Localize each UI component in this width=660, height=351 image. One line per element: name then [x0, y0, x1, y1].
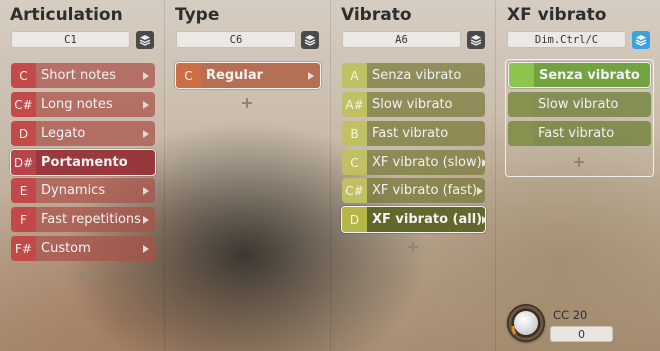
add-xf-vibrato-button[interactable]	[573, 156, 585, 168]
vibrato-column: Vibrato A6 A Senza vibrato A# Slow vibra…	[331, 0, 495, 351]
articulation-title: Articulation	[10, 5, 123, 25]
item-label: Legato	[41, 126, 86, 141]
articulation-item-legato[interactable]: D Legato	[11, 121, 155, 146]
item-label: Fast vibrato	[372, 126, 449, 141]
key-label: E	[11, 178, 36, 203]
item-label: Custom	[41, 241, 91, 256]
layers-icon	[139, 35, 151, 46]
item-label: XF vibrato (slow)	[372, 155, 482, 170]
key-label: A	[342, 63, 367, 88]
xf-vibrato-layers-button[interactable]	[632, 31, 650, 49]
key-label: B	[342, 121, 367, 146]
item-label: Short notes	[41, 68, 117, 83]
vibrato-item-xf-vibrato-fast[interactable]: C# XF vibrato (fast)	[342, 178, 485, 203]
item-label: Regular	[206, 68, 264, 83]
xf-vibrato-title: XF vibrato	[507, 5, 607, 25]
key-label: C	[176, 63, 201, 88]
xf-vibrato-key-field[interactable]: Dim.Ctrl/C	[507, 31, 626, 48]
vibrato-item-senza-vibrato[interactable]: A Senza vibrato	[342, 63, 485, 88]
add-vibrato-button[interactable]	[407, 241, 419, 253]
cc-label: CC 20	[553, 308, 588, 322]
plus-icon	[408, 242, 418, 252]
articulation-key-field[interactable]: C1	[11, 31, 130, 48]
item-label: Senza vibrato	[372, 68, 462, 83]
vibrato-item-fast-vibrato[interactable]: B Fast vibrato	[342, 121, 485, 146]
item-label: Fast repetitions	[41, 212, 141, 227]
item-label: Senza vibrato	[539, 67, 640, 83]
vibrato-layers-button[interactable]	[467, 31, 485, 49]
key-label: F#	[11, 236, 36, 261]
xf-vibrato-item-slow-vibrato[interactable]: Slow vibrato	[508, 92, 651, 117]
articulation-item-portamento[interactable]: D# Portamento	[10, 149, 156, 176]
articulation-item-short-notes[interactable]: C Short notes	[11, 63, 155, 88]
chevron-right-icon	[477, 186, 484, 195]
key-label: C#	[11, 92, 36, 117]
key-label	[508, 121, 533, 146]
add-type-button[interactable]	[241, 97, 253, 109]
key-label: D	[11, 121, 36, 146]
knob-cap	[514, 311, 538, 335]
item-label: Dynamics	[41, 183, 106, 198]
vibrato-item-xf-vibrato-all[interactable]: D XF vibrato (all)	[341, 206, 486, 233]
item-label: Portamento	[41, 155, 128, 170]
key-label: D	[342, 207, 367, 232]
chevron-right-icon	[141, 71, 151, 80]
item-label: Slow vibrato	[538, 97, 619, 112]
item-label: XF vibrato (all)	[372, 212, 483, 227]
key-label: C	[11, 63, 36, 88]
articulation-item-dynamics[interactable]: E Dynamics	[11, 178, 155, 203]
articulation-item-custom[interactable]: F# Custom	[11, 236, 155, 261]
plus-icon	[242, 98, 252, 108]
vibrato-title: Vibrato	[341, 5, 412, 25]
key-label: F	[11, 207, 36, 232]
vibrato-item-xf-vibrato-slow[interactable]: C XF vibrato (slow)	[342, 150, 485, 175]
vibrato-key-field[interactable]: A6	[342, 31, 461, 48]
type-column: Type C6 C Regular	[165, 0, 330, 351]
xf-vibrato-item-fast-vibrato[interactable]: Fast vibrato	[508, 121, 651, 146]
articulation-item-fast-repetitions[interactable]: F Fast repetitions	[11, 207, 155, 232]
type-item-regular[interactable]: C Regular	[175, 62, 321, 89]
articulation-column: Articulation C1 C Short notes C# Long no…	[0, 0, 164, 351]
cc-value-field[interactable]: 0	[550, 326, 613, 342]
chevron-right-icon	[141, 129, 151, 138]
layers-icon	[635, 35, 647, 46]
add-articulation-button[interactable]	[76, 271, 88, 283]
key-label: D#	[11, 150, 36, 175]
plus-icon	[77, 272, 87, 282]
vibrato-item-slow-vibrato[interactable]: A# Slow vibrato	[342, 92, 485, 117]
type-layers-button[interactable]	[301, 31, 319, 49]
item-label: Long notes	[41, 97, 113, 112]
layers-icon	[470, 35, 482, 46]
chevron-right-icon	[481, 158, 485, 167]
chevron-right-icon	[141, 244, 151, 253]
articulation-switcher-panel: Articulation C1 C Short notes C# Long no…	[0, 0, 660, 351]
key-label: A#	[342, 92, 367, 117]
chevron-right-icon	[306, 71, 316, 80]
type-title: Type	[175, 5, 220, 25]
key-label	[508, 92, 533, 117]
cc-knob[interactable]	[507, 304, 545, 342]
articulation-item-long-notes[interactable]: C# Long notes	[11, 92, 155, 117]
chevron-right-icon	[482, 215, 485, 224]
key-label: C	[342, 150, 367, 175]
key-label	[509, 63, 534, 87]
chevron-right-icon	[141, 215, 151, 224]
layers-icon	[304, 35, 316, 46]
chevron-right-icon	[141, 186, 151, 195]
item-label: Fast vibrato	[538, 126, 615, 141]
articulation-layers-button[interactable]	[136, 31, 154, 49]
key-label: C#	[342, 178, 367, 203]
item-label: Slow vibrato	[372, 97, 453, 112]
type-key-field[interactable]: C6	[176, 31, 296, 48]
plus-icon	[574, 157, 584, 167]
chevron-right-icon	[141, 100, 151, 109]
item-label: XF vibrato (fast)	[372, 183, 478, 198]
xf-vibrato-item-senza-vibrato[interactable]: Senza vibrato	[508, 62, 651, 88]
